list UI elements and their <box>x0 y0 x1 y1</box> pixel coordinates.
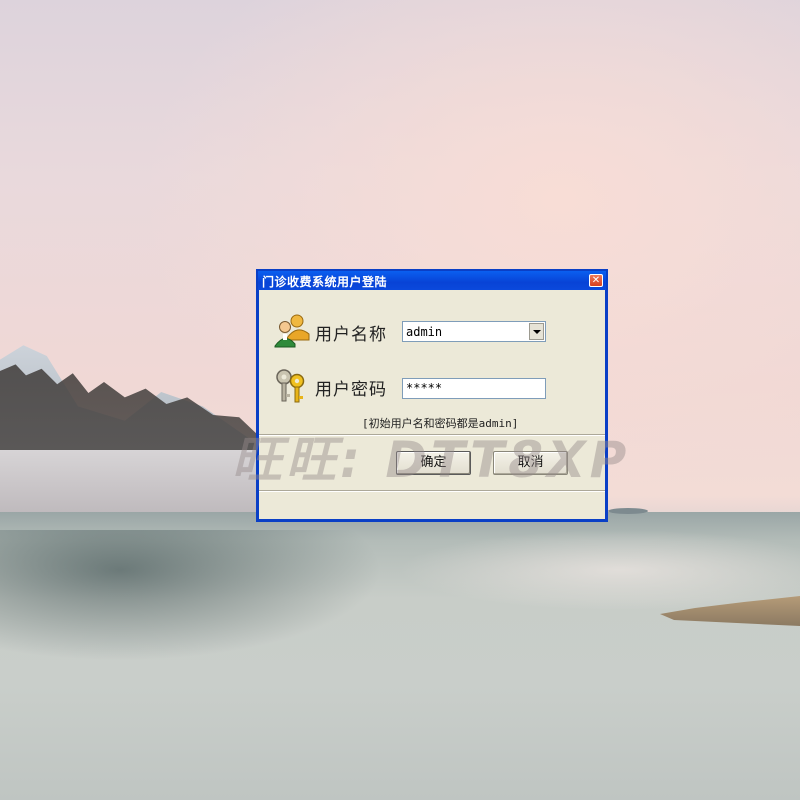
title-bar[interactable]: 门诊收费系统用户登陆 ✕ <box>258 271 606 290</box>
divider <box>259 490 605 492</box>
chevron-down-icon[interactable] <box>529 323 544 340</box>
lake-reflection <box>0 530 420 680</box>
close-icon: ✕ <box>591 275 601 286</box>
status-bar <box>259 494 605 519</box>
close-button[interactable]: ✕ <box>589 274 603 287</box>
login-dialog: 门诊收费系统用户登陆 ✕ 用户名称 admin 用户密码 ***** [初始用户… <box>256 269 608 522</box>
distant-islet <box>608 508 648 514</box>
lake-highlight <box>380 530 800 650</box>
username-value: admin <box>406 325 443 339</box>
snowbank <box>0 450 270 518</box>
cancel-button[interactable]: 取消 <box>493 451 568 475</box>
username-label: 用户名称 <box>315 325 387 345</box>
login-hint: [初始用户名和密码都是admin] <box>362 417 519 430</box>
password-label: 用户密码 <box>315 380 387 400</box>
password-field[interactable]: ***** <box>402 378 546 399</box>
window-title: 门诊收费系统用户登陆 <box>262 275 388 289</box>
ok-button[interactable]: 确定 <box>396 451 471 475</box>
username-combobox[interactable]: admin <box>402 321 546 342</box>
users-icon <box>274 314 310 348</box>
keys-icon <box>276 369 305 403</box>
dialog-body: 用户名称 admin 用户密码 ***** [初始用户名和密码都是admin] … <box>259 290 605 519</box>
divider <box>259 434 605 436</box>
